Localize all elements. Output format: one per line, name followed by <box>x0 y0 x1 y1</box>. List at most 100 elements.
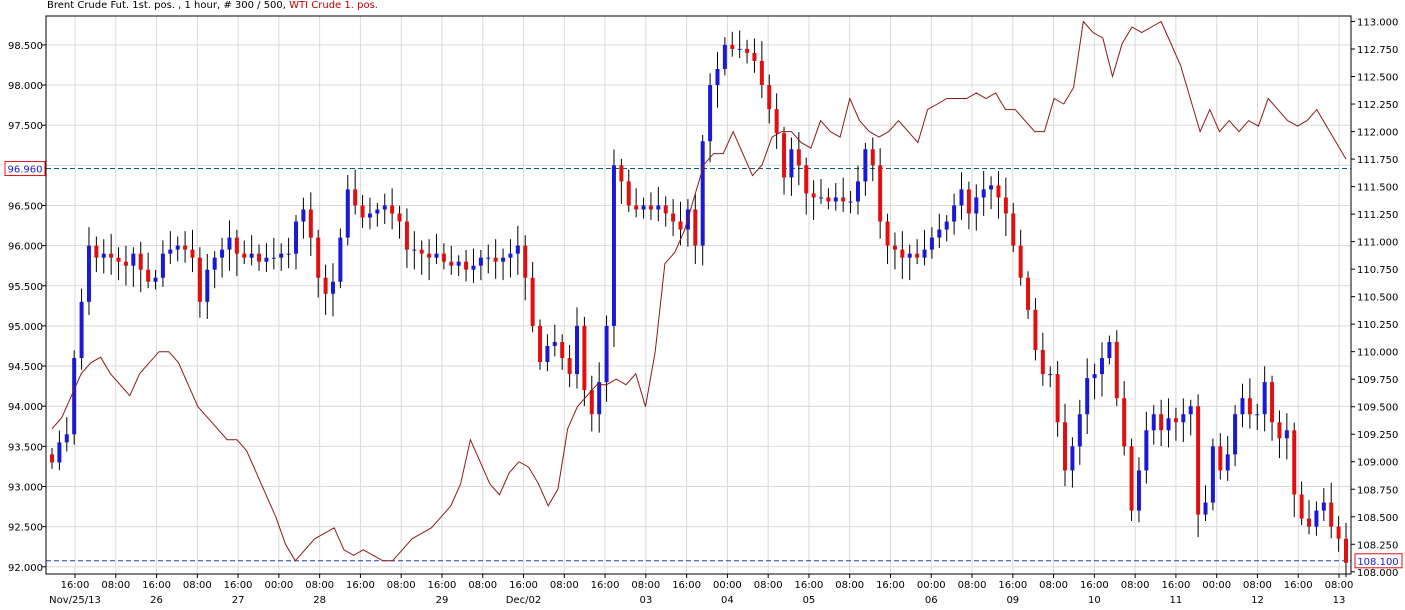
x-time-label: 00:00 <box>264 580 293 591</box>
candle-down <box>1114 341 1119 399</box>
candle-up <box>57 442 62 463</box>
candle-down <box>1033 309 1038 350</box>
x-date-label: Nov/25/13 <box>49 595 101 606</box>
x-time-label: 08:00 <box>305 580 334 591</box>
candle-up <box>1233 414 1238 455</box>
candle-down <box>892 245 897 250</box>
candle-down <box>826 197 831 202</box>
candle-down <box>493 257 498 262</box>
x-date-label: 28 <box>313 595 326 606</box>
candle-down <box>123 261 128 266</box>
candle-up <box>641 205 646 210</box>
candle-up <box>220 249 225 258</box>
right-tick-label: 108.500 <box>1357 513 1398 524</box>
left-tick-label: 96.000 <box>8 242 43 253</box>
left-tick-label: 98.500 <box>8 41 43 52</box>
x-time-label: 08:00 <box>550 580 579 591</box>
candle-down <box>1129 446 1134 511</box>
candle-down <box>870 149 875 166</box>
candle-up <box>471 265 476 270</box>
candle-up <box>552 341 557 346</box>
candle-up <box>1077 414 1082 447</box>
candle-up <box>819 197 824 199</box>
candle-up <box>478 257 483 266</box>
candle-up <box>1048 374 1053 376</box>
candle-down <box>915 253 920 258</box>
candle-up <box>227 237 232 250</box>
candle-down <box>427 253 432 258</box>
x-time-label: 08:00 <box>631 580 660 591</box>
candle-up <box>848 201 853 203</box>
candle-up <box>345 189 350 238</box>
x-time-label: 08:00 <box>1325 580 1354 591</box>
x-time-label: 16:00 <box>591 580 620 591</box>
x-time-label: 08:00 <box>1243 580 1272 591</box>
candle-up <box>708 85 713 142</box>
x-time-label: 00:00 <box>1202 580 1231 591</box>
candle-up <box>508 253 513 258</box>
candle-down <box>567 358 572 375</box>
candle-up <box>922 249 927 258</box>
candle-up <box>294 221 299 254</box>
candle-up <box>72 358 77 435</box>
candle-up <box>1107 341 1112 359</box>
candle-down <box>530 277 535 326</box>
right-tick-label: 110.000 <box>1357 348 1398 359</box>
candle-up <box>79 301 84 359</box>
candle-up <box>722 44 727 69</box>
left-tick-label: 95.000 <box>8 322 43 333</box>
candle-up <box>1225 454 1230 471</box>
candle-up <box>367 213 372 218</box>
candle-down <box>1270 382 1275 423</box>
candle-down <box>671 213 676 222</box>
candle-down <box>878 165 883 222</box>
candle-up <box>101 253 106 258</box>
x-time-label: 16:00 <box>1284 580 1313 591</box>
right-tick-label: 108.250 <box>1357 540 1398 551</box>
x-time-label: 16:00 <box>672 580 701 591</box>
candle-down <box>1277 422 1282 439</box>
right-tick-label: 108.000 <box>1357 568 1398 579</box>
candle-up <box>1240 398 1245 415</box>
candle-up <box>212 257 217 270</box>
left-tick-label: 97.500 <box>8 121 43 132</box>
candle-up <box>737 48 742 50</box>
x-date-label: 26 <box>150 595 163 606</box>
candle-up <box>959 189 964 206</box>
candle-up <box>434 253 439 258</box>
candle-down <box>841 197 846 202</box>
right-tick-label: 109.250 <box>1357 430 1398 441</box>
candle-down <box>626 181 631 206</box>
x-time-label: 08:00 <box>1121 580 1150 591</box>
candle-up <box>86 245 91 302</box>
x-time-label: 00:00 <box>713 580 742 591</box>
right-tick-label: 112.750 <box>1357 45 1398 56</box>
right-tick-label: 112.500 <box>1357 73 1398 84</box>
right-y-axis: 108.000 108.250 108.500 108.750 109.000 109.2… <box>1351 18 1398 579</box>
candle-down <box>1329 502 1334 527</box>
right-tick-label: 110.750 <box>1357 265 1398 276</box>
x-time-label: 16:00 <box>795 580 824 591</box>
candle-up <box>168 249 173 254</box>
wti-line <box>51 20 1347 562</box>
right-price-marker: 108.100 <box>1354 553 1403 569</box>
price-chart: 92.000 92.500 93.000 93.500 94.000 94.500 95.0… <box>4 15 1403 606</box>
right-tick-label: 112.000 <box>1357 128 1398 139</box>
candle-up <box>279 253 284 258</box>
candle-up <box>515 245 520 254</box>
candle-up <box>989 185 994 190</box>
candle-down <box>404 221 409 250</box>
candle-down <box>94 245 99 258</box>
candle-down <box>634 205 639 210</box>
candle-down <box>1055 374 1060 423</box>
candle-down <box>116 257 121 262</box>
candle-up <box>486 257 491 259</box>
candle-up <box>700 141 705 246</box>
candle-up <box>375 209 380 214</box>
candle-down <box>197 257 202 302</box>
candle-up <box>1262 382 1267 415</box>
candle-up <box>160 253 165 278</box>
candle-up <box>545 345 550 363</box>
candle-down <box>1299 494 1304 519</box>
x-date-label: 05 <box>803 595 816 606</box>
